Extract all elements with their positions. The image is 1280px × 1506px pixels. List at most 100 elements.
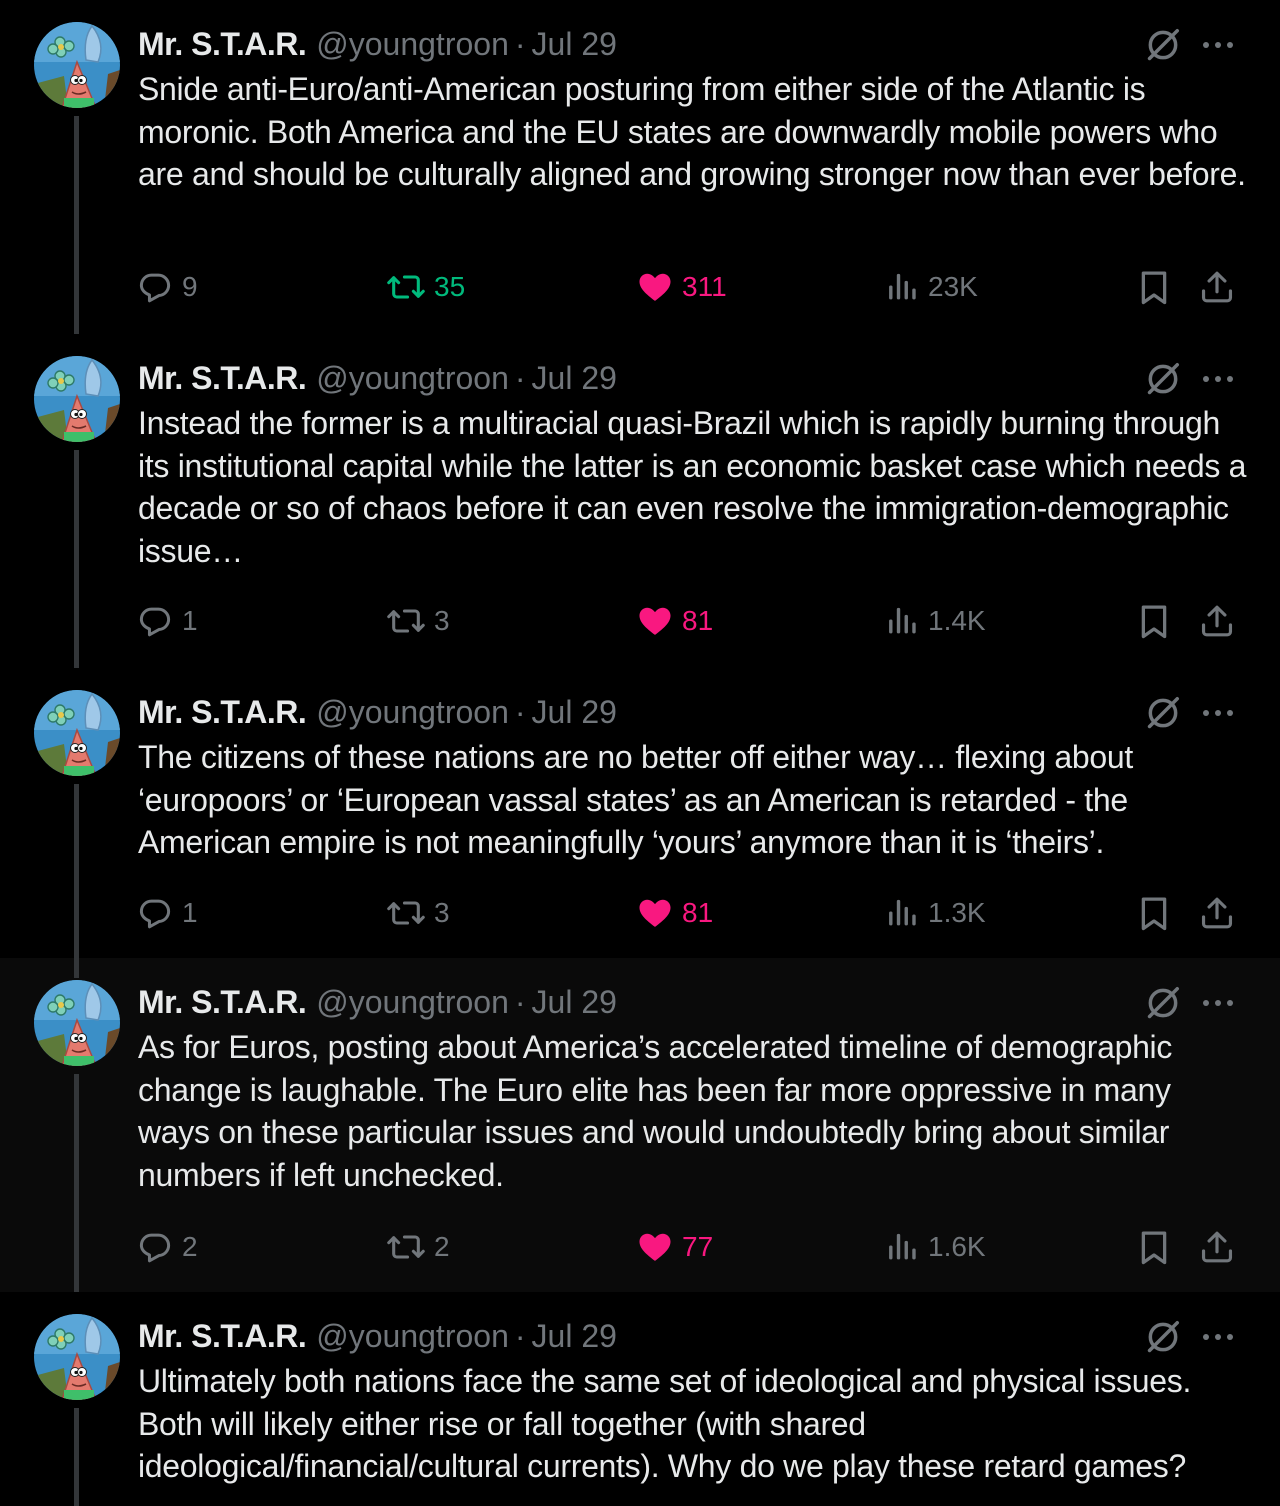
share-button[interactable]	[1198, 596, 1244, 646]
heart-icon	[636, 894, 682, 932]
display-name[interactable]: Mr. S.T.A.R.	[138, 360, 307, 397]
reply-icon	[136, 268, 182, 306]
like-button[interactable]: 81	[636, 596, 713, 646]
reply-count: 1	[182, 897, 198, 928]
grok-icon[interactable]	[1144, 360, 1182, 398]
avatar[interactable]	[34, 690, 120, 776]
views-button[interactable]: 23K	[886, 262, 978, 312]
separator-dot: ·	[514, 25, 526, 62]
retweet-icon	[386, 894, 434, 932]
views-icon	[886, 1228, 928, 1266]
like-count: 77	[682, 1231, 714, 1262]
more-options-icon[interactable]	[1198, 988, 1238, 1018]
share-button[interactable]	[1198, 1222, 1244, 1272]
tweet-text: Ultimately both nations face the same se…	[138, 1363, 1192, 1485]
grok-icon[interactable]	[1144, 1318, 1182, 1356]
like-button[interactable]: 77	[636, 1222, 713, 1272]
share-button[interactable]	[1198, 262, 1244, 312]
views-icon	[886, 602, 928, 640]
user-handle[interactable]: @youngtroon	[316, 694, 509, 731]
tweet[interactable]: Mr. S.T.A.R. @youngtroon · Jul 29 Ultima…	[0, 1292, 1280, 1506]
reply-button[interactable]: 9	[136, 262, 198, 312]
display-name[interactable]: Mr. S.T.A.R.	[138, 694, 307, 731]
action-bar: 1 3 81 1.4K	[0, 596, 1280, 646]
retweet-icon	[386, 268, 434, 306]
share-icon	[1198, 1227, 1244, 1267]
grok-icon[interactable]	[1144, 26, 1182, 64]
grok-icon[interactable]	[1144, 694, 1182, 732]
like-count: 81	[682, 605, 714, 636]
view-count: 23K	[928, 271, 978, 302]
tweet[interactable]: Mr. S.T.A.R. @youngtroon · Jul 29 Snide …	[0, 0, 1280, 334]
more-options-icon[interactable]	[1198, 30, 1238, 60]
bookmark-icon	[1136, 267, 1180, 307]
thread-timeline: Mr. S.T.A.R. @youngtroon · Jul 29 Snide …	[0, 0, 1280, 1506]
timestamp[interactable]: Jul 29	[532, 694, 617, 731]
like-button[interactable]: 81	[636, 888, 713, 938]
share-icon	[1198, 601, 1244, 641]
tweet-header: Mr. S.T.A.R. @youngtroon · Jul 29	[138, 980, 617, 1024]
retweet-count: 3	[434, 605, 450, 636]
bookmark-button[interactable]	[1136, 888, 1180, 938]
more-options-icon[interactable]	[1198, 1322, 1238, 1352]
display-name[interactable]: Mr. S.T.A.R.	[138, 1318, 307, 1355]
heart-icon	[636, 268, 682, 306]
reply-count: 1	[182, 605, 198, 636]
tweet[interactable]: Mr. S.T.A.R. @youngtroon · Jul 29 As for…	[0, 958, 1280, 1292]
retweet-button[interactable]: 35	[386, 262, 465, 312]
more-options-icon[interactable]	[1198, 698, 1238, 728]
reply-button[interactable]: 1	[136, 888, 198, 938]
action-bar: 2 2 77 1.6K	[0, 1222, 1280, 1272]
tweet-text: As for Euros, posting about America’s ac…	[138, 1029, 1173, 1193]
bookmark-button[interactable]	[1136, 262, 1180, 312]
more-options-icon[interactable]	[1198, 364, 1238, 394]
avatar[interactable]	[34, 980, 120, 1066]
thread-connector-line	[74, 1408, 79, 1506]
bookmark-button[interactable]	[1136, 1222, 1180, 1272]
tweet-header: Mr. S.T.A.R. @youngtroon · Jul 29	[138, 1314, 617, 1358]
user-handle[interactable]: @youngtroon	[316, 360, 509, 397]
avatar[interactable]	[34, 356, 120, 442]
timestamp[interactable]: Jul 29	[532, 360, 617, 397]
retweet-icon	[386, 602, 434, 640]
like-count: 81	[682, 897, 714, 928]
bookmark-icon	[1136, 1227, 1180, 1267]
tweet-header: Mr. S.T.A.R. @youngtroon · Jul 29	[138, 690, 617, 734]
display-name[interactable]: Mr. S.T.A.R.	[138, 26, 307, 63]
action-bar: 1 3 81 1.3K	[0, 888, 1280, 938]
separator-dot: ·	[514, 983, 526, 1020]
timestamp[interactable]: Jul 29	[532, 1318, 617, 1355]
separator-dot: ·	[514, 359, 526, 396]
bookmark-button[interactable]	[1136, 596, 1180, 646]
heart-icon	[636, 602, 682, 640]
avatar[interactable]	[34, 1314, 120, 1400]
views-button[interactable]: 1.6K	[886, 1222, 986, 1272]
tweet[interactable]: Mr. S.T.A.R. @youngtroon · Jul 29 The ci…	[0, 668, 1280, 958]
reply-button[interactable]: 1	[136, 596, 198, 646]
share-button[interactable]	[1198, 888, 1244, 938]
avatar[interactable]	[34, 22, 120, 108]
reply-icon	[136, 894, 182, 932]
tweet-text: Snide anti-Euro/anti-American posturing …	[138, 71, 1246, 193]
tweet-header: Mr. S.T.A.R. @youngtroon · Jul 29	[138, 22, 617, 66]
timestamp[interactable]: Jul 29	[532, 984, 617, 1021]
like-button[interactable]: 311	[636, 262, 727, 312]
views-button[interactable]: 1.4K	[886, 596, 986, 646]
display-name[interactable]: Mr. S.T.A.R.	[138, 984, 307, 1021]
retweet-count: 3	[434, 897, 450, 928]
reply-icon	[136, 1228, 182, 1266]
timestamp[interactable]: Jul 29	[532, 26, 617, 63]
tweet-text: The citizens of these nations are no bet…	[138, 739, 1133, 861]
user-handle[interactable]: @youngtroon	[316, 1318, 509, 1355]
retweet-button[interactable]: 3	[386, 888, 450, 938]
retweet-count: 35	[434, 271, 466, 302]
retweet-button[interactable]: 3	[386, 596, 450, 646]
reply-button[interactable]: 2	[136, 1222, 198, 1272]
thread-connector-line	[74, 958, 79, 978]
views-button[interactable]: 1.3K	[886, 888, 986, 938]
tweet[interactable]: Mr. S.T.A.R. @youngtroon · Jul 29 Instea…	[0, 334, 1280, 668]
user-handle[interactable]: @youngtroon	[316, 984, 509, 1021]
grok-icon[interactable]	[1144, 984, 1182, 1022]
user-handle[interactable]: @youngtroon	[316, 26, 509, 63]
retweet-button[interactable]: 2	[386, 1222, 450, 1272]
